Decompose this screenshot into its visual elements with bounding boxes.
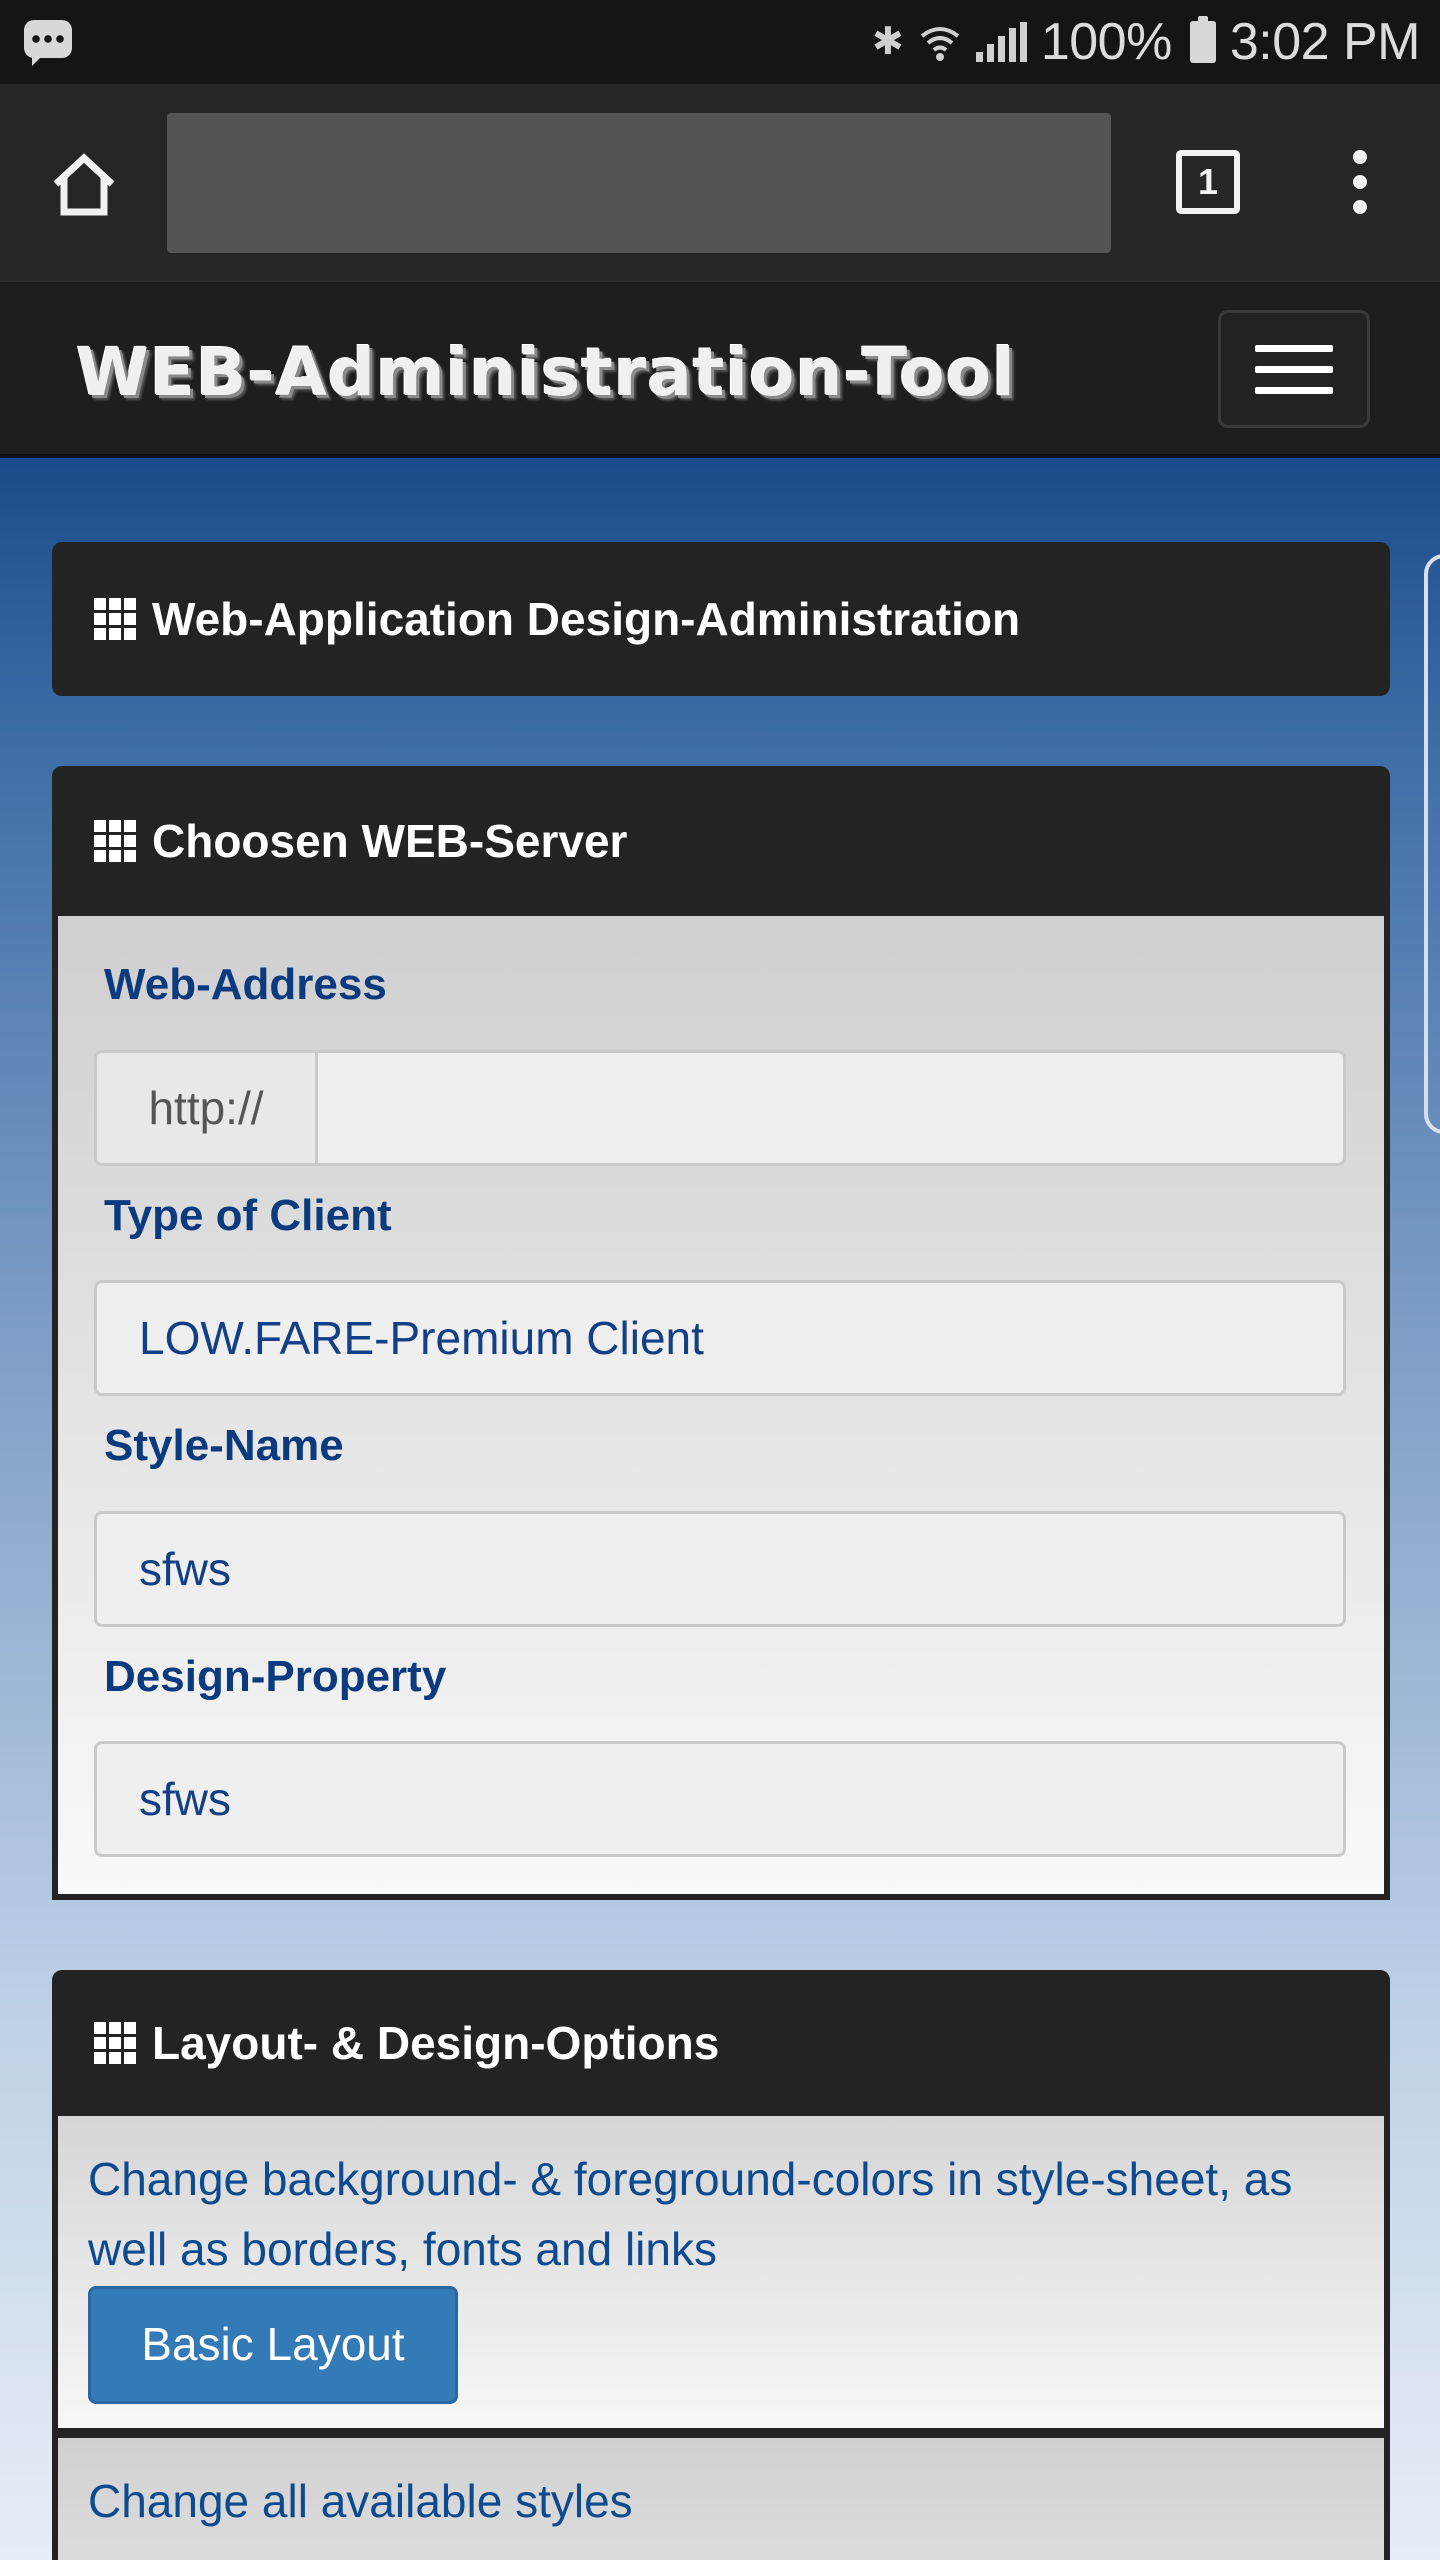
main-content: Web-Application Design-Administration Ch…	[0, 458, 1440, 2560]
client-type-label: Type of Client	[104, 1191, 392, 1240]
battery-percent: 100%	[1040, 13, 1173, 71]
layout-options-title: Layout- & Design-Options	[152, 2017, 720, 2069]
hamburger-icon[interactable]	[1218, 310, 1370, 428]
all-styles-row: Change all available styles	[52, 2434, 1390, 2560]
design-property-field[interactable]: sfws	[94, 1741, 1346, 1857]
basic-layout-button[interactable]: Basic Layout	[88, 2286, 458, 2404]
app-navbar: WEB-Administration-Tool	[0, 280, 1440, 458]
style-name-label: Style-Name	[104, 1421, 344, 1470]
home-icon[interactable]	[48, 148, 120, 220]
message-icon	[24, 20, 72, 66]
grid-icon	[94, 2022, 136, 2064]
web-address-input[interactable]	[318, 1050, 1346, 1166]
address-bar[interactable]	[167, 113, 1111, 253]
server-panel-title: Choosen WEB-Server	[152, 815, 628, 867]
grid-icon	[94, 820, 136, 862]
browser-toolbar: 1	[0, 84, 1440, 280]
server-panel: Choosen WEB-Server Web-Address http:// T…	[52, 766, 1390, 1900]
layout-options-header: Layout- & Design-Options	[52, 1970, 1390, 2116]
web-address-group: http://	[94, 1050, 1346, 1166]
http-prefix: http://	[94, 1050, 318, 1166]
bluetooth-icon: ✱	[872, 21, 904, 63]
basic-layout-description: Change background- & foreground-colors i…	[88, 2153, 1293, 2275]
tabs-icon[interactable]: 1	[1176, 150, 1240, 214]
grid-icon	[94, 598, 136, 640]
battery-icon	[1189, 16, 1216, 63]
design-admin-header[interactable]: Web-Application Design-Administration	[52, 542, 1390, 696]
server-panel-header: Choosen WEB-Server	[52, 766, 1390, 916]
status-bar: ✱ 100% 3:02 PM	[0, 0, 1440, 84]
wifi-icon	[920, 27, 960, 61]
web-address-label: Web-Address	[104, 960, 387, 1009]
clock: 3:02 PM	[1229, 13, 1421, 71]
client-type-field[interactable]: LOW.FARE-Premium Client	[94, 1280, 1346, 1396]
signal-icon	[975, 22, 1027, 62]
basic-layout-row: Change background- & foreground-colors i…	[52, 2116, 1390, 2434]
design-admin-title: Web-Application Design-Administration	[152, 593, 1021, 645]
overflow-menu-icon[interactable]	[1340, 150, 1380, 214]
layout-options-panel: Layout- & Design-Options Change backgrou…	[52, 1970, 1390, 2560]
side-panel-edge	[1424, 554, 1440, 1134]
design-admin-panel: Web-Application Design-Administration	[52, 542, 1390, 696]
server-panel-body: Web-Address http:// Type of Client LOW.F…	[52, 916, 1390, 1900]
style-name-field[interactable]: sfws	[94, 1511, 1346, 1627]
design-property-label: Design-Property	[104, 1652, 447, 1701]
all-styles-description: Change all available styles	[88, 2475, 633, 2527]
brand-title[interactable]: WEB-Administration-Tool	[76, 334, 1016, 411]
